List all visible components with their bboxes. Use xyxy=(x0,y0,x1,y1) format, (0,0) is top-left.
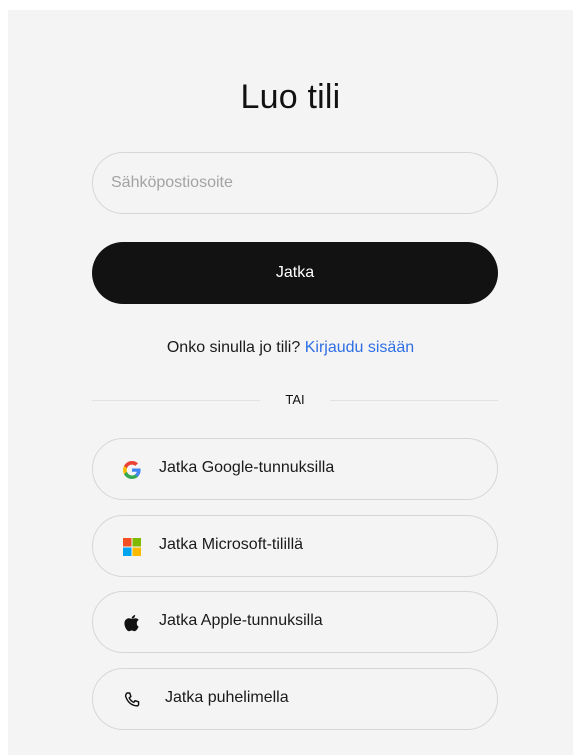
microsoft-signin-button[interactable]: Jatka Microsoft-tilillä xyxy=(92,515,498,577)
microsoft-signin-label: Jatka Microsoft-tilillä xyxy=(159,536,304,553)
login-prompt: Onko sinulla jo tili? Kirjaudu sisään xyxy=(8,339,573,357)
microsoft-icon xyxy=(123,538,141,556)
login-link[interactable]: Kirjaudu sisään xyxy=(305,339,414,356)
google-signin-label: Jatka Google-tunnuksilla xyxy=(159,459,335,476)
divider-line-right xyxy=(330,400,498,401)
login-prompt-text: Onko sinulla jo tili? xyxy=(166,339,301,356)
page-title: Luo tili xyxy=(240,78,341,116)
google-icon xyxy=(123,461,141,479)
email-field[interactable] xyxy=(92,152,498,214)
phone-signin-button[interactable]: Jatka puhelimella xyxy=(92,668,498,730)
phone-icon xyxy=(123,691,141,709)
continue-button[interactable]: Jatka xyxy=(92,242,498,304)
phone-signin-label: Jatka puhelimella xyxy=(165,689,289,706)
apple-signin-button[interactable]: Jatka Apple-tunnuksilla xyxy=(92,591,498,653)
google-signin-button[interactable]: Jatka Google-tunnuksilla xyxy=(92,438,498,500)
apple-signin-label: Jatka Apple-tunnuksilla xyxy=(159,612,323,629)
or-divider: TAI xyxy=(92,390,498,410)
signup-panel: Luo tili Jatka Onko sinulla jo tili? Kir… xyxy=(8,10,573,755)
apple-icon xyxy=(123,614,141,632)
